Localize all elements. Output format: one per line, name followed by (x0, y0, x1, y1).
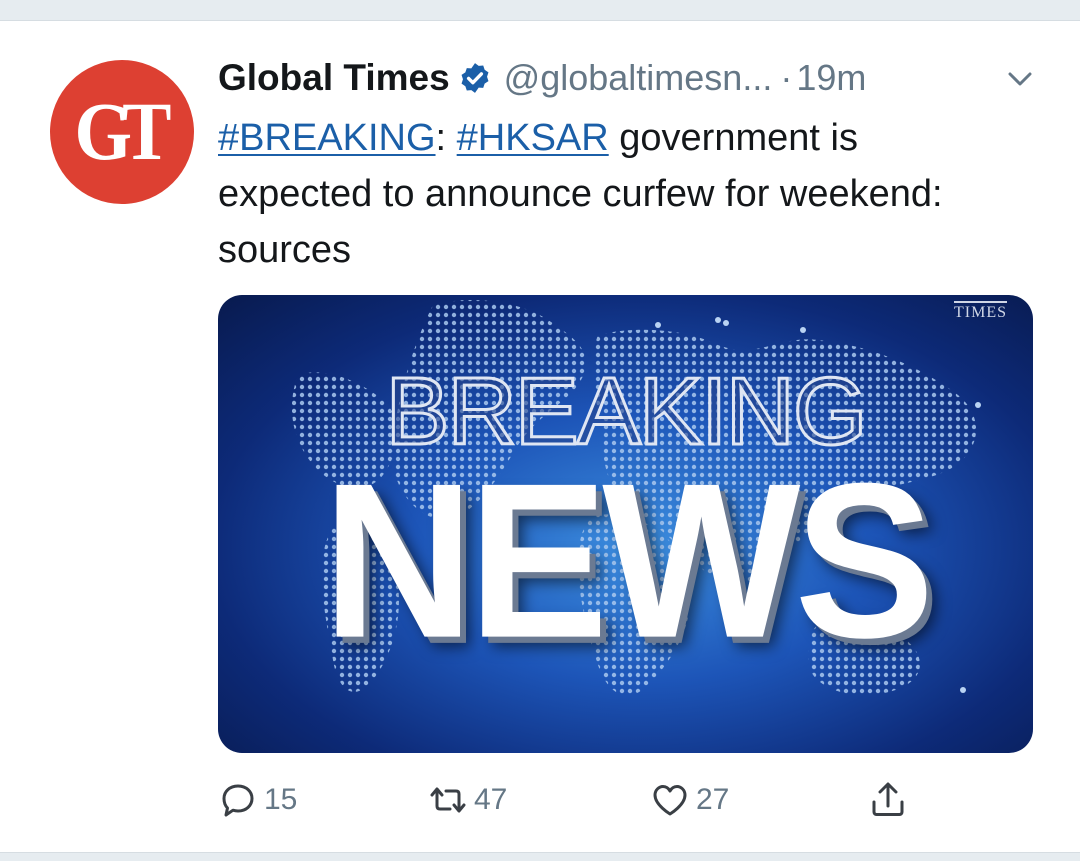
like-count: 27 (696, 783, 730, 816)
timeline-divider-top (0, 0, 1080, 21)
reply-button[interactable]: 15 (218, 775, 297, 825)
header-separator: · (780, 57, 793, 98)
media-headline-main: NEWS (322, 437, 935, 684)
retweet-button[interactable]: 47 (428, 775, 507, 825)
chevron-down-icon[interactable] (1004, 63, 1036, 95)
avatar-logo-text: GT (74, 85, 172, 178)
tweet-timestamp[interactable]: 19m (796, 57, 866, 99)
retweet-icon (430, 787, 466, 813)
share-button[interactable] (868, 775, 914, 825)
media-watermark: TIMES (954, 301, 1007, 322)
author-name[interactable]: Global Times (218, 57, 450, 99)
tweet-header: Global Times @globaltimesn... · 19m (218, 53, 1038, 103)
hashtag-hksar[interactable]: #HKSAR (457, 117, 609, 159)
share-icon (872, 782, 904, 816)
reply-icon (222, 784, 254, 817)
tweet-actions: 15 47 27 (218, 775, 938, 825)
author-handle[interactable]: @globaltimesn... (504, 57, 773, 99)
verified-badge-icon (458, 61, 492, 95)
tweet-text: #BREAKING: #HKSAR government is expected… (218, 110, 1018, 278)
like-icon (653, 785, 687, 816)
like-button[interactable]: 27 (650, 775, 729, 825)
tweet-media-image[interactable]: TIMES BREAKING BREAKING NEWS (218, 295, 1033, 753)
retweet-count: 47 (474, 783, 508, 816)
avatar[interactable]: GT (50, 60, 194, 204)
tweet-text-colon: : (435, 117, 457, 159)
hashtag-breaking[interactable]: #BREAKING (218, 117, 436, 159)
reply-count: 15 (264, 783, 298, 816)
